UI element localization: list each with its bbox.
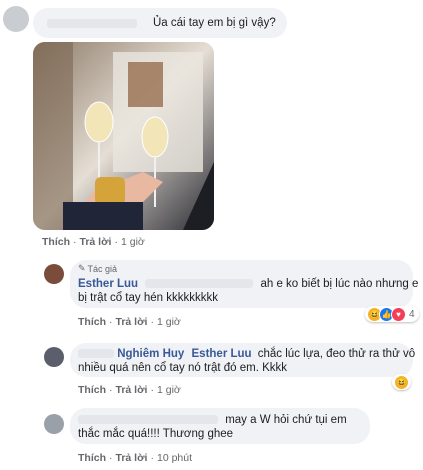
comment-text-line2: thắc mắc quá!!!! Thương ghee <box>78 428 234 440</box>
like-link[interactable]: Thích <box>42 236 70 248</box>
comment-bubble: Nghiêm Huy Esther Luu chắc lúc lựa, đeo … <box>70 343 415 377</box>
author-badge: ✎ Tác giả <box>78 263 118 274</box>
comment-text-line2: nhiều quá nên cổ tay nó trật đó em. Kkkk <box>78 362 288 374</box>
love-icon: ♥ <box>391 306 406 322</box>
separator: · <box>150 452 154 464</box>
comment-text: Ủa cái tay em bị gì vậy? <box>153 17 276 29</box>
comment-actions: Thích · Trả lời · 10 phút <box>78 452 192 464</box>
avatar[interactable] <box>44 264 64 284</box>
comment-actions: Thích · Trả lời · 1 giờ <box>78 384 181 396</box>
comment-line: may a W hỏi chứ tụi em <box>78 413 347 427</box>
separator: · <box>109 452 113 464</box>
reaction-summary[interactable]: 😆 <box>392 374 411 390</box>
reply-link[interactable]: Trả lời <box>116 452 148 464</box>
comment-text: chắc lúc lựa, đeo thử ra thử vô <box>257 348 416 360</box>
author-name[interactable]: Esther Luu <box>78 278 138 290</box>
like-link[interactable]: Thích <box>78 384 106 396</box>
timestamp[interactable]: 1 giờ <box>157 384 181 396</box>
separator: · <box>114 236 118 248</box>
comment-bubble: may a W hỏi chứ tụi em thắc mắc quá!!!! … <box>70 408 370 444</box>
avatar[interactable] <box>44 347 64 367</box>
timestamp[interactable]: 10 phút <box>157 452 192 464</box>
comment-line: Esther Luu ah e ko biết bị lúc nào nhưng… <box>78 277 418 291</box>
comment-photo[interactable] <box>33 42 214 230</box>
redacted-author-name <box>47 19 137 28</box>
comment-actions: Thích · Trả lời · 1 giờ <box>42 236 145 248</box>
haha-icon: 😆 <box>394 374 409 390</box>
comment-text-line2: bị trật cổ tay hén kkkkkkkkk <box>78 292 218 304</box>
comment-line: Nghiêm Huy Esther Luu chắc lúc lựa, đeo … <box>78 347 415 361</box>
author-name[interactable]: Nghiêm Huy <box>117 348 184 360</box>
photo-image <box>33 42 214 230</box>
separator: · <box>73 236 77 248</box>
separator: · <box>109 316 113 328</box>
redacted-author-name <box>78 349 114 359</box>
separator: · <box>150 316 154 328</box>
reaction-summary[interactable]: 😆 👍 ♥ 4 <box>365 306 419 322</box>
separator: · <box>109 384 113 396</box>
avatar[interactable] <box>44 414 64 434</box>
comment-text: may a W hỏi chứ tụi em <box>225 414 347 426</box>
comment-bubble: ✎ Tác giả Esther Luu ah e ko biết bị lúc… <box>70 260 418 308</box>
comment-text: ah e ko biết bị lúc nào nhưng e <box>260 278 419 290</box>
redacted-text <box>78 415 218 425</box>
timestamp[interactable]: 1 giờ <box>157 316 181 328</box>
comment-bubble: Ủa cái tay em bị gì vậy? <box>33 8 287 38</box>
like-link[interactable]: Thích <box>78 316 106 328</box>
reaction-count: 4 <box>409 308 415 320</box>
comment-actions: Thích · Trả lời · 1 giờ <box>78 316 181 328</box>
reply-link[interactable]: Trả lời <box>80 236 112 248</box>
reply-link[interactable]: Trả lời <box>116 316 148 328</box>
pencil-badge-icon: ✎ <box>78 263 86 273</box>
avatar[interactable] <box>3 6 29 32</box>
redacted-text <box>145 279 254 289</box>
timestamp[interactable]: 1 giờ <box>121 236 145 248</box>
like-link[interactable]: Thích <box>78 452 106 464</box>
mention-link[interactable]: Esther Luu <box>192 348 252 360</box>
separator: · <box>150 384 154 396</box>
reply-link[interactable]: Trả lời <box>116 384 148 396</box>
